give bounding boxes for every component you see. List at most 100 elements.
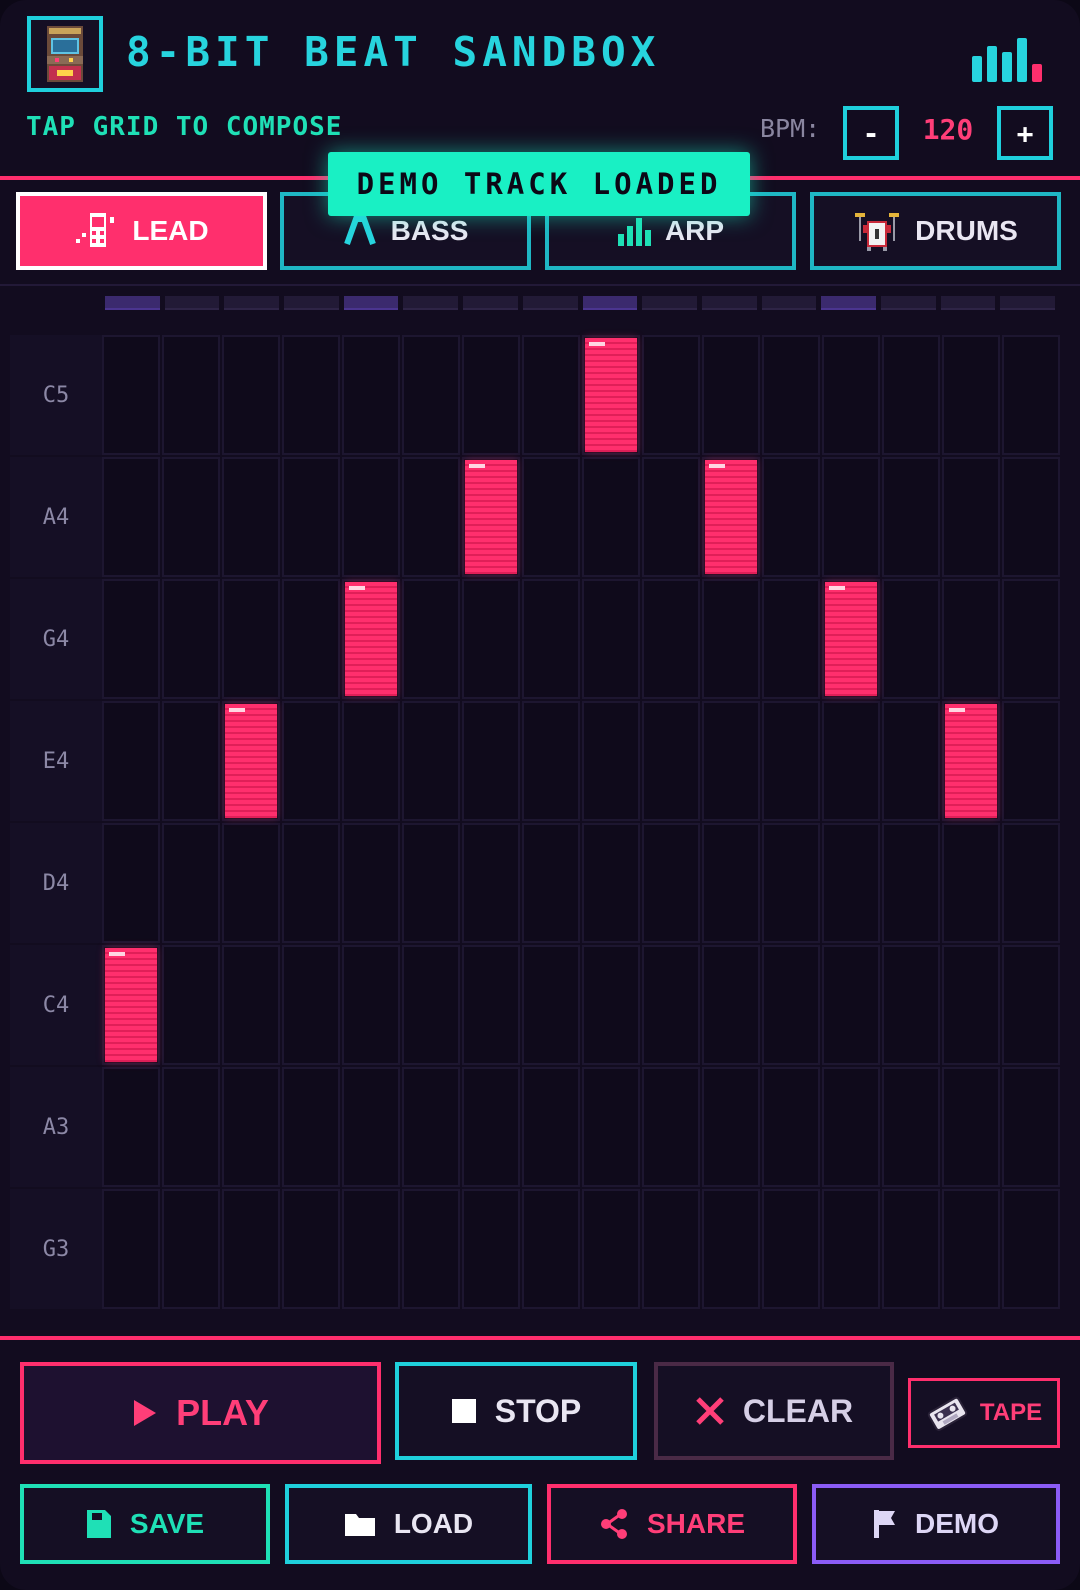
grid-cell-g4-10[interactable] (642, 579, 700, 699)
grid-cell-c4-14[interactable] (882, 945, 940, 1065)
grid-cell-d4-5[interactable] (342, 823, 400, 943)
grid-cell-a3-9[interactable] (582, 1067, 640, 1187)
grid-cell-g4-7[interactable] (462, 579, 520, 699)
grid-cell-c4-13[interactable] (822, 945, 880, 1065)
grid-cell-e4-13[interactable] (822, 701, 880, 821)
grid-cell-g4-15[interactable] (942, 579, 1000, 699)
grid-cell-g3-5[interactable] (342, 1189, 400, 1309)
note-a4-step-11[interactable] (705, 460, 757, 574)
grid-cell-a4-10[interactable] (642, 457, 700, 577)
grid-cell-a3-14[interactable] (882, 1067, 940, 1187)
grid-cell-d4-10[interactable] (642, 823, 700, 943)
grid-cell-g4-1[interactable] (102, 579, 160, 699)
grid-cell-a3-5[interactable] (342, 1067, 400, 1187)
grid-cell-a3-7[interactable] (462, 1067, 520, 1187)
grid-cell-g3-16[interactable] (1002, 1189, 1060, 1309)
grid-cell-d4-3[interactable] (222, 823, 280, 943)
note-e4-step-3[interactable] (225, 704, 277, 818)
bpm-increment-button[interactable]: + (997, 106, 1053, 160)
tab-lead[interactable]: LEAD (16, 192, 267, 270)
grid-cell-e4-12[interactable] (762, 701, 820, 821)
grid-cell-g3-10[interactable] (642, 1189, 700, 1309)
grid-cell-e4-8[interactable] (522, 701, 580, 821)
grid-cell-e4-6[interactable] (402, 701, 460, 821)
grid-cell-c4-6[interactable] (402, 945, 460, 1065)
grid-cell-c4-3[interactable] (222, 945, 280, 1065)
grid-cell-e4-9[interactable] (582, 701, 640, 821)
grid-cell-g3-3[interactable] (222, 1189, 280, 1309)
grid-cell-c5-3[interactable] (222, 335, 280, 455)
grid-cell-g3-6[interactable] (402, 1189, 460, 1309)
grid-cell-a4-6[interactable] (402, 457, 460, 577)
share-button[interactable]: SHARE (547, 1484, 797, 1564)
grid-cell-c5-13[interactable] (822, 335, 880, 455)
grid-cell-c4-7[interactable] (462, 945, 520, 1065)
grid-cell-a3-6[interactable] (402, 1067, 460, 1187)
grid-cell-e4-16[interactable] (1002, 701, 1060, 821)
grid-cell-a4-3[interactable] (222, 457, 280, 577)
grid-cell-e4-7[interactable] (462, 701, 520, 821)
grid-cell-c4-9[interactable] (582, 945, 640, 1065)
grid-cell-d4-4[interactable] (282, 823, 340, 943)
note-c4-step-1[interactable] (105, 948, 157, 1062)
grid-cell-c4-10[interactable] (642, 945, 700, 1065)
play-button[interactable]: PLAY (20, 1362, 381, 1464)
note-c5-step-9[interactable] (585, 338, 637, 452)
grid-cell-g4-14[interactable] (882, 579, 940, 699)
grid-cell-a3-12[interactable] (762, 1067, 820, 1187)
grid-cell-a3-11[interactable] (702, 1067, 760, 1187)
grid-cell-e4-1[interactable] (102, 701, 160, 821)
grid-cell-c4-16[interactable] (1002, 945, 1060, 1065)
grid-cell-d4-2[interactable] (162, 823, 220, 943)
tape-button[interactable]: TAPE (908, 1378, 1060, 1448)
grid-cell-a4-1[interactable] (102, 457, 160, 577)
grid-cell-c5-5[interactable] (342, 335, 400, 455)
stop-button[interactable]: STOP (395, 1362, 637, 1460)
grid-cell-a3-8[interactable] (522, 1067, 580, 1187)
note-g4-step-13[interactable] (825, 582, 877, 696)
grid-cell-g3-13[interactable] (822, 1189, 880, 1309)
grid-cell-d4-6[interactable] (402, 823, 460, 943)
load-button[interactable]: LOAD (285, 1484, 532, 1564)
grid-cell-d4-11[interactable] (702, 823, 760, 943)
grid-cell-a4-9[interactable] (582, 457, 640, 577)
grid-cell-d4-13[interactable] (822, 823, 880, 943)
grid-cell-d4-15[interactable] (942, 823, 1000, 943)
grid-cell-g4-2[interactable] (162, 579, 220, 699)
tab-drums[interactable]: DRUMS (810, 192, 1061, 270)
clear-button[interactable]: CLEAR (654, 1362, 894, 1460)
grid-cell-g3-9[interactable] (582, 1189, 640, 1309)
grid-cell-c5-7[interactable] (462, 335, 520, 455)
grid-cell-e4-11[interactable] (702, 701, 760, 821)
grid-cell-a4-4[interactable] (282, 457, 340, 577)
grid-cell-g3-7[interactable] (462, 1189, 520, 1309)
grid-cell-g3-4[interactable] (282, 1189, 340, 1309)
grid-cell-c5-2[interactable] (162, 335, 220, 455)
grid-cell-a4-5[interactable] (342, 457, 400, 577)
grid-cell-g4-3[interactable] (222, 579, 280, 699)
grid-cell-c5-10[interactable] (642, 335, 700, 455)
grid-cell-c4-5[interactable] (342, 945, 400, 1065)
grid-cell-g3-2[interactable] (162, 1189, 220, 1309)
grid-cell-c4-11[interactable] (702, 945, 760, 1065)
grid-cell-d4-12[interactable] (762, 823, 820, 943)
grid-cell-a3-1[interactable] (102, 1067, 160, 1187)
grid-cell-a3-4[interactable] (282, 1067, 340, 1187)
grid-cell-g3-15[interactable] (942, 1189, 1000, 1309)
grid-cell-a3-15[interactable] (942, 1067, 1000, 1187)
grid-cell-d4-16[interactable] (1002, 823, 1060, 943)
grid-cell-g3-1[interactable] (102, 1189, 160, 1309)
grid-cell-c4-2[interactable] (162, 945, 220, 1065)
grid-cell-g3-14[interactable] (882, 1189, 940, 1309)
grid-cell-e4-10[interactable] (642, 701, 700, 821)
grid-cell-a4-13[interactable] (822, 457, 880, 577)
grid-cell-g4-11[interactable] (702, 579, 760, 699)
grid-cell-a4-16[interactable] (1002, 457, 1060, 577)
grid-cell-a4-8[interactable] (522, 457, 580, 577)
grid-cell-c5-4[interactable] (282, 335, 340, 455)
grid-cell-a3-13[interactable] (822, 1067, 880, 1187)
grid-cell-a3-16[interactable] (1002, 1067, 1060, 1187)
grid-cell-e4-5[interactable] (342, 701, 400, 821)
grid-cell-c5-1[interactable] (102, 335, 160, 455)
grid-cell-d4-1[interactable] (102, 823, 160, 943)
